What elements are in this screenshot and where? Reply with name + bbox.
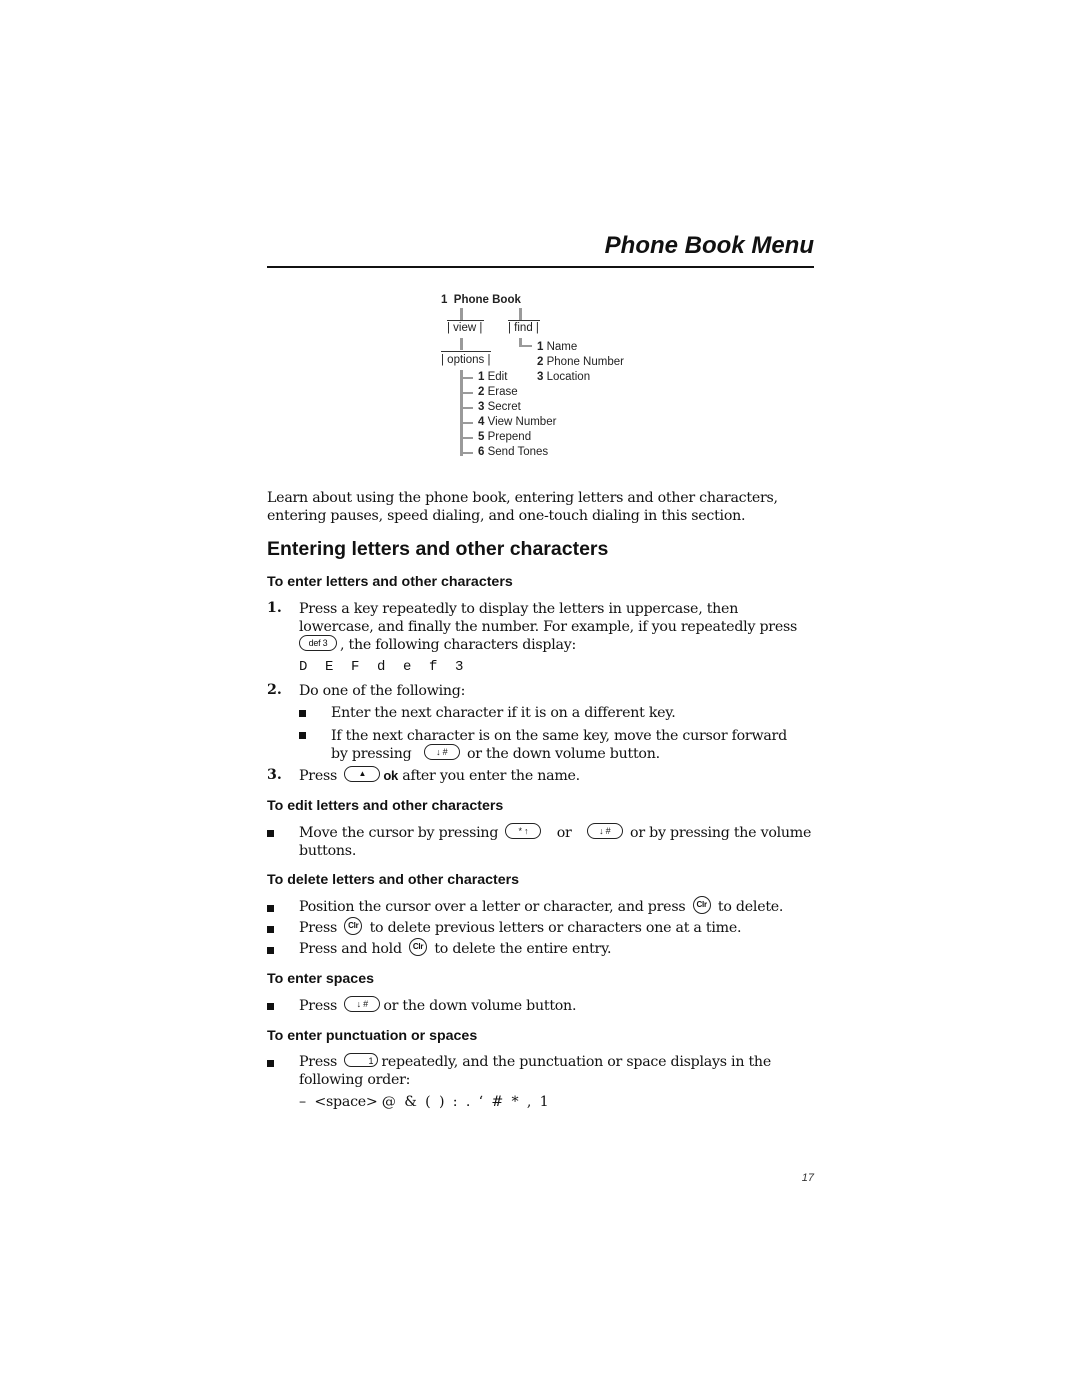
step-number: 2.	[267, 682, 282, 698]
intro-line: Learn about using the phone book, enteri…	[267, 490, 778, 506]
step-text: def 3, the following characters display:	[299, 635, 576, 654]
connector	[460, 437, 473, 439]
overline	[441, 351, 491, 352]
overline	[508, 320, 540, 321]
bullet-text: by pressing ↓ # or the down volume butto…	[331, 744, 660, 762]
step-text: Do one of the following:	[299, 683, 466, 699]
clr-key-icon: Clr	[344, 917, 363, 935]
bullet-icon	[267, 926, 274, 933]
intro-line: entering pauses, speed dialing, and one-…	[267, 508, 746, 524]
bullet-icon	[267, 947, 274, 954]
clr-key-icon: Clr	[409, 938, 428, 956]
one-key-icon: 1	[344, 1053, 379, 1067]
down-hash-key-icon: ↓ #	[344, 996, 381, 1012]
connector	[460, 407, 473, 409]
diagram-view: | view |	[447, 322, 483, 334]
bullet-text: Press ↓ # or the down volume button.	[299, 996, 577, 1014]
option-item: 6 Send Tones	[478, 446, 549, 458]
subheading-delete-letters: To delete letters and other characters	[267, 872, 520, 888]
connector	[519, 345, 532, 347]
step-text: lowercase, and finally the number. For e…	[299, 619, 798, 635]
option-item: 4 View Number	[478, 416, 557, 428]
subheading-punctuation: To enter punctuation or spaces	[267, 1028, 478, 1044]
diagram-root: 1 Phone Book	[441, 294, 521, 306]
bullet-text: following order:	[299, 1072, 411, 1088]
connector	[460, 338, 463, 350]
option-item: 2 Erase	[478, 386, 518, 398]
bullet-icon	[299, 710, 306, 717]
connector	[460, 377, 473, 379]
bullet-text: Position the cursor over a letter or cha…	[299, 896, 783, 916]
connector	[519, 308, 522, 320]
bullet-text: Press 1 repeatedly, and the punctuation o…	[299, 1053, 771, 1070]
punctuation-order: – <space> @ & ( ) : . ‘ # * , 1	[299, 1094, 549, 1110]
menu-diagram: 1 Phone Book | view | | find | | options…	[0, 0, 1080, 480]
bullet-text: Press Clr to delete previous letters or …	[299, 917, 741, 937]
character-sequence: DEFdef3	[299, 659, 464, 675]
bullet-text: If the next character is on the same key…	[331, 728, 787, 744]
ok-label: ok	[383, 768, 398, 783]
diagram-options: | options |	[441, 354, 491, 366]
connector	[460, 308, 463, 320]
find-item: 2 Phone Number	[537, 356, 624, 368]
bullet-icon	[267, 830, 274, 837]
step-text: Press ▲ ok after you enter the name.	[299, 766, 580, 784]
connector	[460, 370, 463, 456]
step-text: Press a key repeatedly to display the le…	[299, 601, 739, 617]
connector	[460, 452, 473, 454]
option-item: 1 Edit	[478, 371, 508, 383]
subheading-enter-letters: To enter letters and other characters	[267, 574, 513, 590]
subheading-enter-spaces: To enter spaces	[267, 971, 374, 987]
subheading-edit-letters: To edit letters and other characters	[267, 798, 504, 814]
find-item: 1 Name	[537, 341, 578, 353]
def-3-key-icon: def 3	[299, 635, 337, 651]
connector	[460, 422, 473, 424]
bullet-text: Move the cursor by pressing * ↑ or ↓ # o…	[299, 823, 812, 841]
bullet-text: Enter the next character if it is on a d…	[331, 705, 676, 721]
star-up-key-icon: * ↑	[505, 823, 542, 839]
bullet-text: Press and hold Clr to delete the entire …	[299, 938, 611, 958]
down-hash-key-icon: ↓ #	[423, 744, 460, 760]
diagram-find: | find |	[508, 322, 539, 334]
bullet-icon	[267, 1003, 274, 1010]
down-hash-key-icon: ↓ #	[586, 823, 623, 839]
overline	[447, 320, 484, 321]
option-item: 3 Secret	[478, 401, 521, 413]
step-number: 3.	[267, 767, 282, 783]
bullet-icon	[299, 732, 306, 739]
section-heading: Entering letters and other characters	[267, 538, 609, 560]
find-item: 3 Location	[537, 371, 591, 383]
clr-key-icon: Clr	[692, 896, 711, 914]
connector	[460, 392, 473, 394]
bullet-icon	[267, 1060, 274, 1067]
up-arrow-key-icon: ▲	[344, 766, 381, 782]
option-item: 5 Prepend	[478, 431, 532, 443]
bullet-icon	[267, 905, 274, 912]
bullet-text: buttons.	[299, 843, 357, 859]
page-number: 17	[801, 1172, 814, 1184]
step-number: 1.	[267, 600, 282, 616]
